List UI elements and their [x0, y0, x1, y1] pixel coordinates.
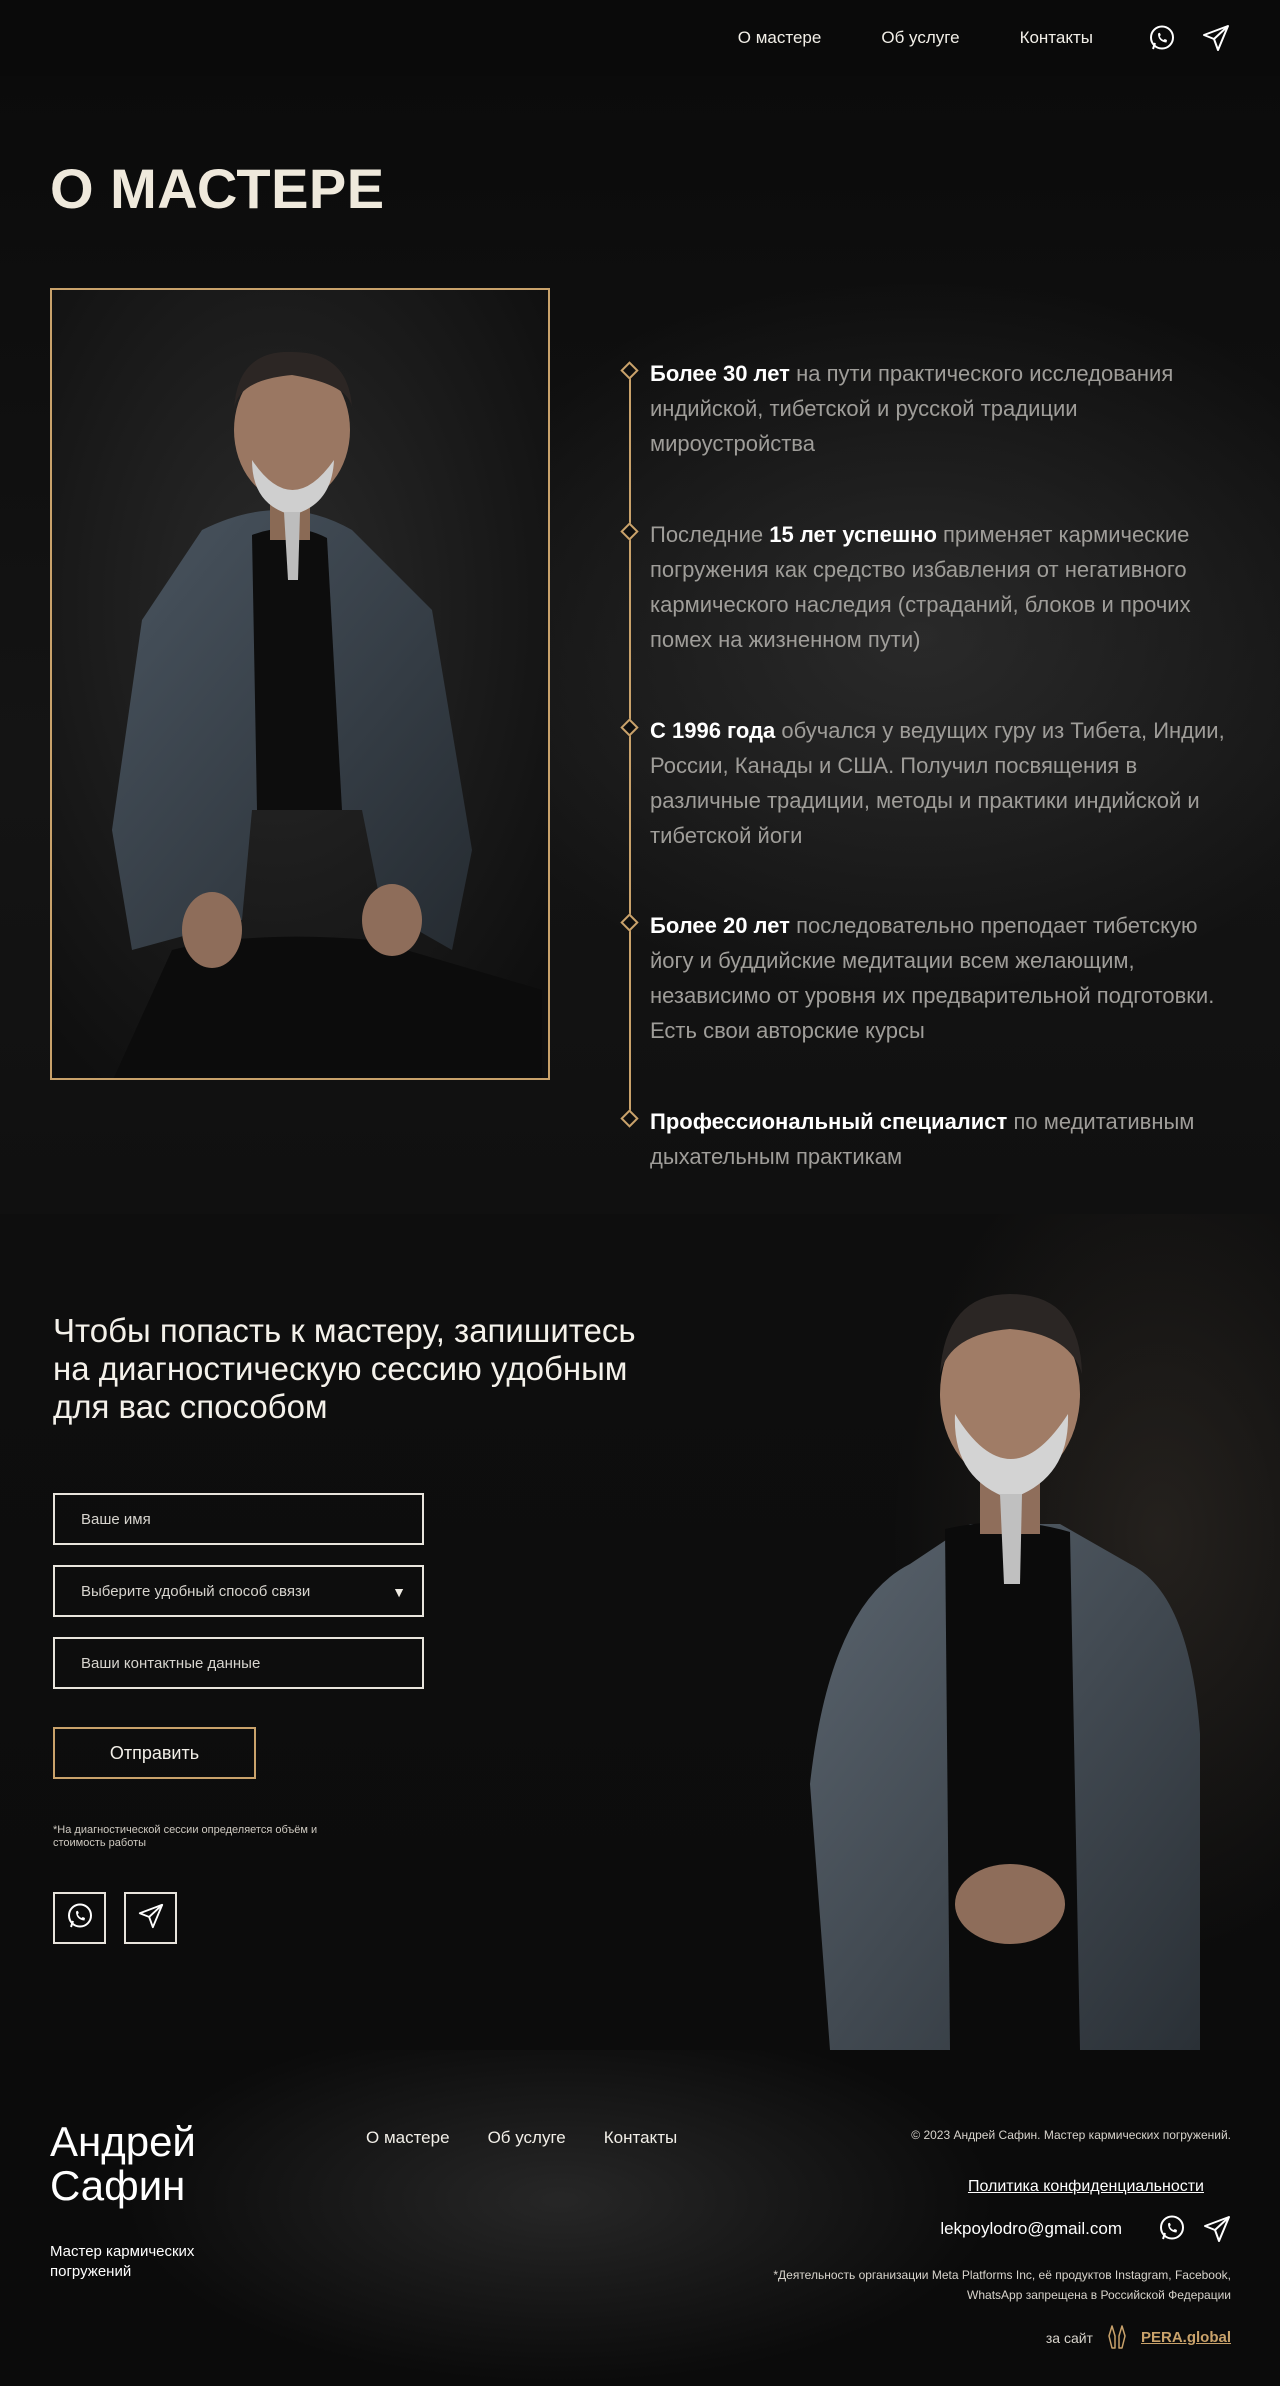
fact-item: С 1996 года обучался у ведущих гуру из Т…	[650, 718, 1225, 848]
praying-hands-icon	[1103, 2322, 1131, 2353]
fact-item: Более 30 лет на пути практического иссле…	[650, 361, 1174, 456]
about-section: О МАСТЕРЕ Более 30 лет на пути практичес…	[0, 76, 1280, 1214]
copyright: © 2023 Андрей Сафин. Мастер кармических …	[911, 2128, 1231, 2142]
contact-details-input[interactable]: Ваши контактные данные	[53, 1637, 424, 1689]
name-input-placeholder: Ваше имя	[81, 1510, 151, 1528]
contact-details-placeholder: Ваши контактные данные	[81, 1654, 261, 1672]
nav-link-about[interactable]: О мастере	[738, 28, 822, 48]
whatsapp-button[interactable]	[53, 1892, 106, 1944]
fact-item: Профессиональный специалист по медитатив…	[650, 1109, 1195, 1169]
contact-heading: Чтобы попасть к мастеру, запишитесь на д…	[53, 1312, 636, 1425]
telegram-icon[interactable]	[1202, 2214, 1232, 2249]
nav-link-service[interactable]: Об услуге	[881, 28, 959, 48]
developer-link[interactable]: PERA.global	[1141, 2329, 1231, 2346]
name-input[interactable]: Ваше имя	[53, 1493, 424, 1545]
timeline-line	[629, 364, 631, 1124]
footer-nav-contacts[interactable]: Контакты	[604, 2128, 677, 2148]
footer-subtitle: Мастер кармических погружений	[50, 2243, 195, 2280]
page-title: О МАСТЕРЕ	[50, 157, 385, 220]
footer-nav: О мастере Об услуге Контакты	[366, 2128, 677, 2148]
legal-note: *Деятельность организации Meta Platforms…	[773, 2268, 1231, 2302]
chevron-down-icon: ▼	[392, 1584, 406, 1600]
timeline-marker	[620, 913, 639, 932]
whatsapp-icon	[66, 1902, 94, 1935]
contact-method-placeholder: Выберите удобный способ связи	[81, 1582, 311, 1600]
footer-nav-service[interactable]: Об услуге	[488, 2128, 566, 2148]
telegram-button[interactable]	[124, 1892, 177, 1944]
footer-social-icons	[1158, 2214, 1232, 2249]
timeline-marker	[620, 1109, 639, 1128]
site-footer: Андрей Сафин Мастер кармических погружен…	[0, 2050, 1280, 2386]
timeline-marker	[620, 718, 639, 737]
whatsapp-icon[interactable]	[1146, 22, 1178, 54]
email-link[interactable]: lekpoylodro@gmail.com	[940, 2219, 1122, 2239]
site-header: О мастере Об услуге Контакты	[0, 0, 1280, 76]
fact-item: Последние 15 лет успешно применяет карми…	[650, 522, 1191, 652]
telegram-icon	[137, 1902, 165, 1935]
footer-brand-name: Андрей Сафин	[50, 2118, 196, 2209]
telegram-icon[interactable]	[1200, 22, 1232, 54]
contact-method-select[interactable]: Выберите удобный способ связи ▼	[53, 1565, 424, 1617]
timeline-marker	[620, 361, 639, 380]
timeline-marker	[620, 522, 639, 541]
submit-button[interactable]: Отправить	[53, 1727, 256, 1779]
fact-item: Более 20 лет последовательно преподает т…	[650, 913, 1215, 1043]
credit-prefix: за сайт	[1045, 2329, 1093, 2346]
master-portrait	[770, 1264, 1230, 2050]
nav-link-contacts[interactable]: Контакты	[1020, 28, 1093, 48]
contact-section: Чтобы попасть к мастеру, запишитесь на д…	[0, 1214, 1280, 2050]
top-nav: О мастере Об услуге Контакты	[678, 28, 1093, 48]
form-note: *На диагностической сессии определяется …	[53, 1824, 318, 1849]
footer-nav-about[interactable]: О мастере	[366, 2128, 450, 2148]
whatsapp-icon[interactable]	[1158, 2214, 1186, 2249]
site-credit: за сайт PERA.global	[1046, 2322, 1231, 2353]
master-photo	[50, 288, 550, 1080]
header-social-icons	[1146, 22, 1232, 54]
privacy-policy-link[interactable]: Политика конфиденциальности	[968, 2178, 1204, 2196]
